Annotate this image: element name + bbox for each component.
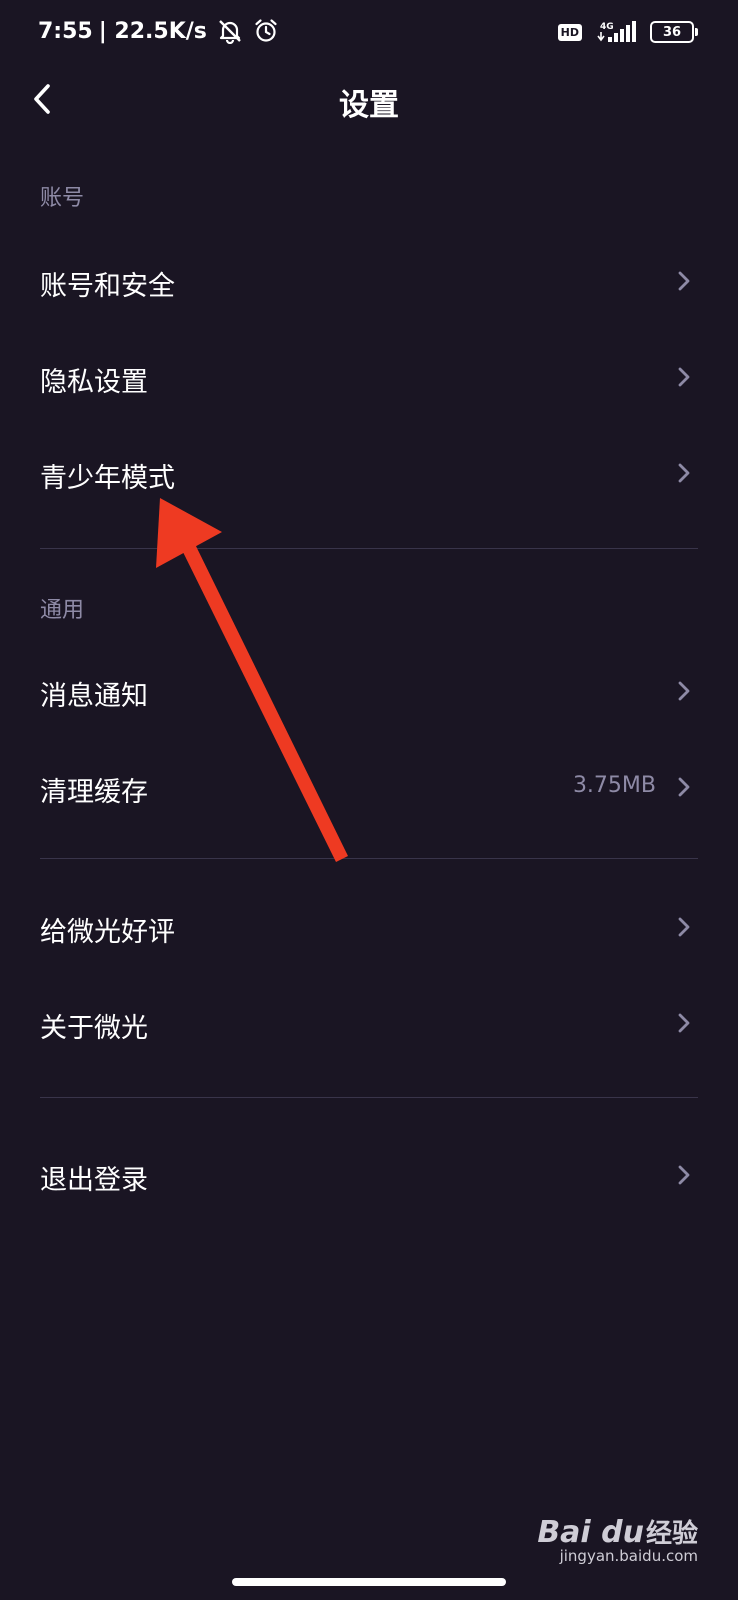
watermark-logo-cn: 经验 — [645, 1519, 698, 1549]
row-label: 退出登录 — [40, 1165, 148, 1196]
settings-row-notifications[interactable]: 消息通知 — [0, 644, 738, 740]
row-label: 关于微光 — [40, 1013, 148, 1044]
row-label: 消息通知 — [40, 681, 148, 712]
status-left: 7:55 | 22.5K/s — [38, 18, 279, 44]
watermark-logo: Bai du — [537, 1515, 644, 1550]
watermark-url: jingyan.baidu.com — [559, 1547, 698, 1565]
alarm-icon — [253, 18, 279, 44]
settings-row-rate-app[interactable]: 给微光好评 — [0, 880, 738, 976]
row-label: 清理缓存 — [40, 777, 148, 808]
chevron-right-icon — [678, 1013, 690, 1033]
chevron-right-icon — [678, 681, 690, 701]
status-time: 7:55 — [38, 18, 93, 44]
baidu-jingyan-watermark: Bai du 经验 jingyan.baidu.com — [537, 1513, 698, 1565]
settings-row-about[interactable]: 关于微光 — [0, 976, 738, 1072]
home-indicator[interactable] — [232, 1578, 506, 1586]
settings-row-privacy[interactable]: 隐私设置 — [0, 330, 738, 426]
battery-level: 36 — [662, 24, 682, 40]
nav-bar: 设置 — [0, 66, 738, 132]
chevron-right-icon — [678, 463, 690, 483]
chevron-right-icon — [678, 917, 690, 937]
row-label: 给微光好评 — [40, 917, 175, 948]
divider — [40, 548, 698, 549]
row-label: 隐私设置 — [40, 367, 148, 398]
chevron-right-icon — [678, 777, 690, 797]
status-bar: 7:55 | 22.5K/s HD 4G 36 — [0, 0, 738, 66]
hd-badge: HD — [557, 23, 582, 41]
cache-size-value: 3.75MB — [572, 773, 656, 798]
network-speed: | 22.5K/s — [98, 18, 207, 44]
chevron-right-icon — [678, 1165, 690, 1185]
chevron-right-icon — [678, 367, 690, 387]
row-label: 青少年模式 — [40, 463, 175, 494]
network-type: 4G — [600, 22, 614, 32]
settings-row-clear-cache[interactable]: 清理缓存 3.75MB — [0, 740, 738, 836]
settings-row-teen-mode[interactable]: 青少年模式 — [0, 426, 738, 522]
signal-icon: 4G — [596, 20, 640, 44]
settings-row-logout[interactable]: 退出登录 — [0, 1128, 738, 1224]
page-title: 设置 — [339, 88, 399, 123]
chevron-right-icon — [678, 271, 690, 291]
divider — [40, 858, 698, 859]
status-right: HD 4G 36 — [557, 20, 698, 44]
section-label-account: 账号 — [40, 186, 85, 211]
row-label: 账号和安全 — [40, 271, 175, 302]
section-label-general: 通用 — [40, 598, 85, 623]
divider — [40, 1097, 698, 1098]
battery-icon: 36 — [650, 21, 698, 43]
bell-off-icon — [217, 18, 243, 44]
settings-row-account-security[interactable]: 账号和安全 — [0, 234, 738, 330]
